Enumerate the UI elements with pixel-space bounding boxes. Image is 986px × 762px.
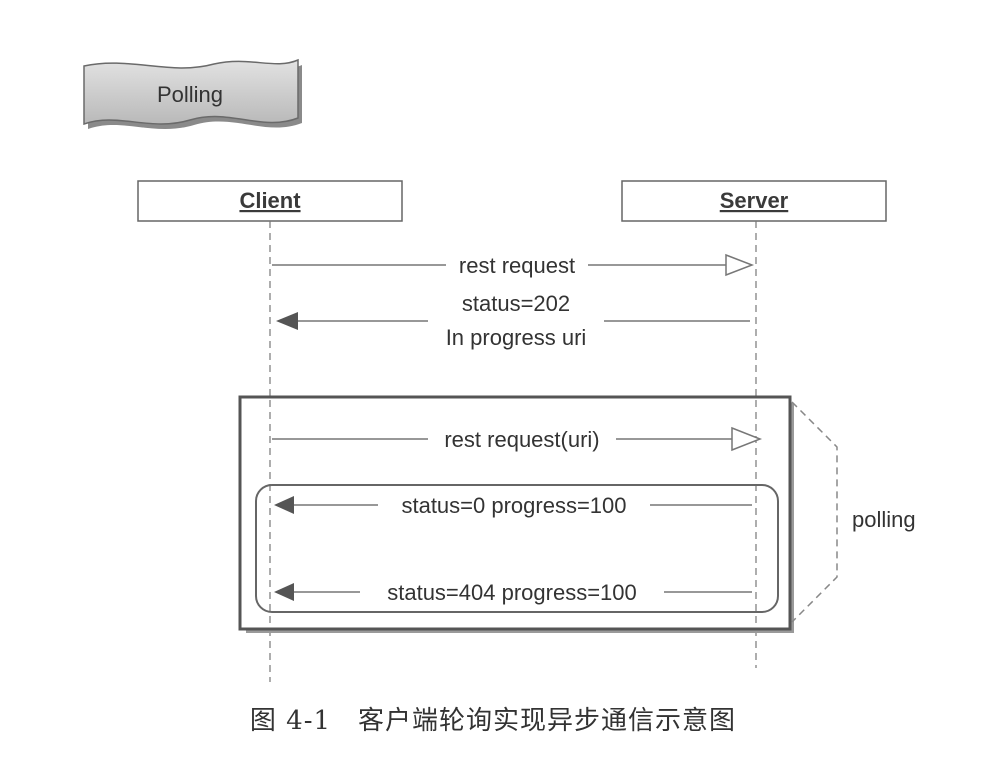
client-participant: Client bbox=[137, 180, 403, 222]
rest-request-label: rest request bbox=[459, 253, 575, 278]
server-participant: Server bbox=[621, 180, 887, 222]
in-progress-uri-label: In progress uri bbox=[446, 325, 587, 350]
open-arrow-head bbox=[725, 253, 755, 277]
message-rest-request: rest request bbox=[272, 253, 755, 278]
polling-tag: Polling bbox=[83, 58, 302, 129]
sequence-diagram: Polling Client Server rest request statu… bbox=[83, 58, 916, 682]
server-label: Server bbox=[720, 188, 789, 213]
polling-tag-label: Polling bbox=[157, 82, 223, 107]
status-0-label: status=0 progress=100 bbox=[401, 493, 626, 518]
client-label: Client bbox=[239, 188, 301, 213]
polling-bracket bbox=[791, 401, 838, 623]
status-202-label: status=202 bbox=[462, 291, 570, 316]
status-404-label: status=404 progress=100 bbox=[387, 580, 637, 605]
figure-caption: 图 4-1 客户端轮询实现异步通信示意图 bbox=[249, 706, 737, 736]
filled-arrow-head bbox=[276, 312, 298, 330]
polling-label: polling bbox=[852, 507, 916, 532]
message-status-202: status=202 In progress uri bbox=[276, 291, 750, 350]
rest-request-uri-label: rest request(uri) bbox=[444, 427, 599, 452]
